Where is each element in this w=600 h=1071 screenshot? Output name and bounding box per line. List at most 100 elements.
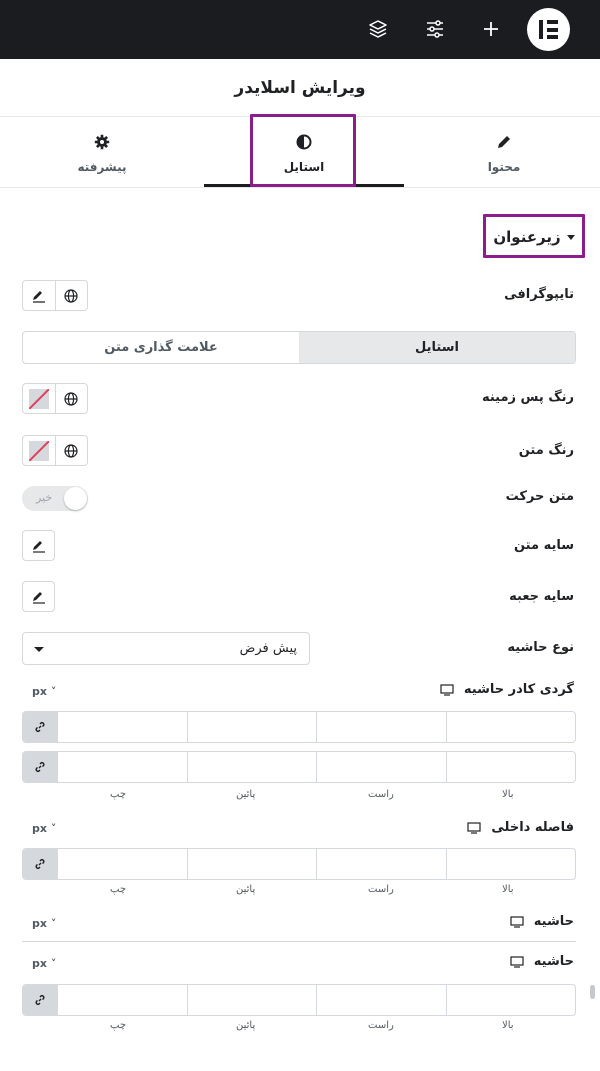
- bg-color-label: رنگ پس زمینه: [481, 390, 574, 405]
- tab-advanced[interactable]: پیشرفته: [2, 118, 202, 188]
- desktop-icon[interactable]: [440, 683, 454, 696]
- border-radius-dims-row-1: [22, 711, 576, 743]
- pencil-icon: [32, 290, 45, 303]
- text-motion-label: متن حرکت: [505, 489, 574, 504]
- elementor-logo-icon[interactable]: [527, 8, 570, 51]
- dim-input-right[interactable]: [316, 752, 446, 782]
- padding-dims-row: [22, 848, 576, 880]
- clip-divider: [22, 941, 576, 942]
- toggle-off-label: خیر: [36, 491, 53, 504]
- bg-color-swatch[interactable]: [23, 384, 55, 413]
- dim-input-bottom[interactable]: [186, 712, 317, 742]
- text-shadow-label: سایه متن: [513, 538, 574, 553]
- margin-2-label: حاشیه: [533, 954, 574, 969]
- caption-bottom: پائین: [236, 1020, 256, 1031]
- globe-icon: [64, 391, 79, 406]
- tab-content[interactable]: محتوا: [404, 118, 600, 188]
- border-type-select[interactable]: پیش فرض: [22, 632, 310, 665]
- text-shadow-edit-button[interactable]: [22, 530, 55, 561]
- link-values-button[interactable]: [23, 985, 57, 1015]
- border-type-value: پیش فرض: [239, 641, 297, 656]
- desktop-icon[interactable]: [510, 955, 524, 968]
- margin-2-unit-select[interactable]: px ˅: [32, 957, 56, 970]
- margin-2-dims-row: [22, 984, 576, 1016]
- caption-right: راست: [368, 1020, 394, 1031]
- scrollbar-thumb[interactable]: [590, 985, 595, 999]
- caption-left: چپ: [110, 1020, 127, 1031]
- typography-controls: [22, 280, 88, 311]
- highlight-box-section: [483, 214, 585, 258]
- globe-icon: [64, 443, 79, 458]
- margin-unit-select[interactable]: px ˅: [32, 917, 56, 930]
- caption-bottom: پائین: [236, 789, 256, 800]
- link-values-button[interactable]: [23, 712, 57, 742]
- dim-input-right[interactable]: [316, 712, 446, 742]
- margin-label: حاشیه: [533, 914, 574, 929]
- border-radius-captions: چپ پائین راست بالا: [22, 789, 576, 803]
- border-radius-label: گردی کادر حاشیه: [463, 682, 574, 697]
- link-icon: [35, 995, 45, 1005]
- style-segmented-control: علامت گذاری متن استایل: [22, 331, 576, 364]
- dim-input-bottom[interactable]: [186, 849, 317, 879]
- dim-input-right[interactable]: [316, 985, 446, 1015]
- caption-left: چپ: [110, 789, 127, 800]
- padding-label: فاصله داخلی: [491, 820, 574, 835]
- plus-icon[interactable]: [477, 15, 505, 43]
- tab-content-label: محتوا: [487, 160, 521, 174]
- pencil-icon: [498, 136, 510, 148]
- caption-bottom: پائین: [236, 884, 256, 895]
- segment-text-stroke[interactable]: علامت گذاری متن: [23, 332, 299, 363]
- caption-top: بالا: [502, 789, 514, 800]
- desktop-icon[interactable]: [510, 915, 524, 928]
- dim-input-bottom[interactable]: [186, 752, 317, 782]
- dim-input-top[interactable]: [445, 985, 576, 1015]
- border-radius-header: گردی کادر حاشیه: [440, 682, 574, 697]
- box-shadow-edit-button[interactable]: [22, 581, 55, 612]
- layers-icon[interactable]: [364, 15, 392, 43]
- border-radius-unit-select[interactable]: px ˅: [32, 685, 56, 698]
- text-color-controls: [22, 435, 88, 466]
- text-color-label: رنگ متن: [518, 443, 574, 458]
- box-shadow-label: سایه جعبه: [509, 589, 574, 604]
- padding-captions: چپ پائین راست بالا: [22, 884, 576, 898]
- dim-input-left[interactable]: [57, 712, 187, 742]
- border-type-label: نوع حاشیه: [507, 640, 574, 655]
- segment-style[interactable]: استایل: [299, 332, 575, 363]
- dim-input-top[interactable]: [445, 849, 576, 879]
- desktop-icon[interactable]: [467, 821, 481, 834]
- dim-input-left[interactable]: [57, 752, 187, 782]
- caption-top: بالا: [502, 1020, 514, 1031]
- caption-left: چپ: [110, 884, 127, 895]
- padding-header: فاصله داخلی: [467, 820, 574, 835]
- dim-input-left[interactable]: [57, 985, 187, 1015]
- typography-global-button[interactable]: [54, 281, 87, 310]
- dim-input-bottom[interactable]: [186, 985, 317, 1015]
- bg-color-global-button[interactable]: [54, 384, 87, 413]
- caption-right: راست: [368, 789, 394, 800]
- pencil-icon: [32, 591, 45, 604]
- dim-input-left[interactable]: [57, 849, 187, 879]
- tab-advanced-label: پیشرفته: [77, 160, 127, 174]
- text-color-global-button[interactable]: [54, 436, 87, 465]
- typography-label: تایپوگرافی: [504, 287, 574, 302]
- globe-icon: [64, 288, 79, 303]
- margin-2-captions: چپ پائین راست بالا: [22, 1020, 576, 1034]
- editor-topbar: [0, 0, 600, 59]
- link-icon: [35, 722, 45, 732]
- margin-header: حاشیه: [510, 914, 574, 929]
- sliders-icon[interactable]: [421, 15, 449, 43]
- panel-title: ویرایش اسلایدر: [0, 59, 600, 117]
- dim-input-right[interactable]: [316, 849, 446, 879]
- link-values-button[interactable]: [23, 849, 57, 879]
- gear-icon: [94, 134, 110, 150]
- padding-unit-select[interactable]: px ˅: [32, 822, 56, 835]
- link-icon: [35, 859, 45, 869]
- dim-input-top[interactable]: [445, 752, 576, 782]
- text-motion-toggle[interactable]: خیر: [22, 486, 88, 511]
- text-color-swatch[interactable]: [23, 436, 55, 465]
- typography-edit-button[interactable]: [23, 281, 55, 310]
- link-icon: [35, 762, 45, 772]
- caption-right: راست: [368, 884, 394, 895]
- link-values-button[interactable]: [23, 752, 57, 782]
- dim-input-top[interactable]: [445, 712, 576, 742]
